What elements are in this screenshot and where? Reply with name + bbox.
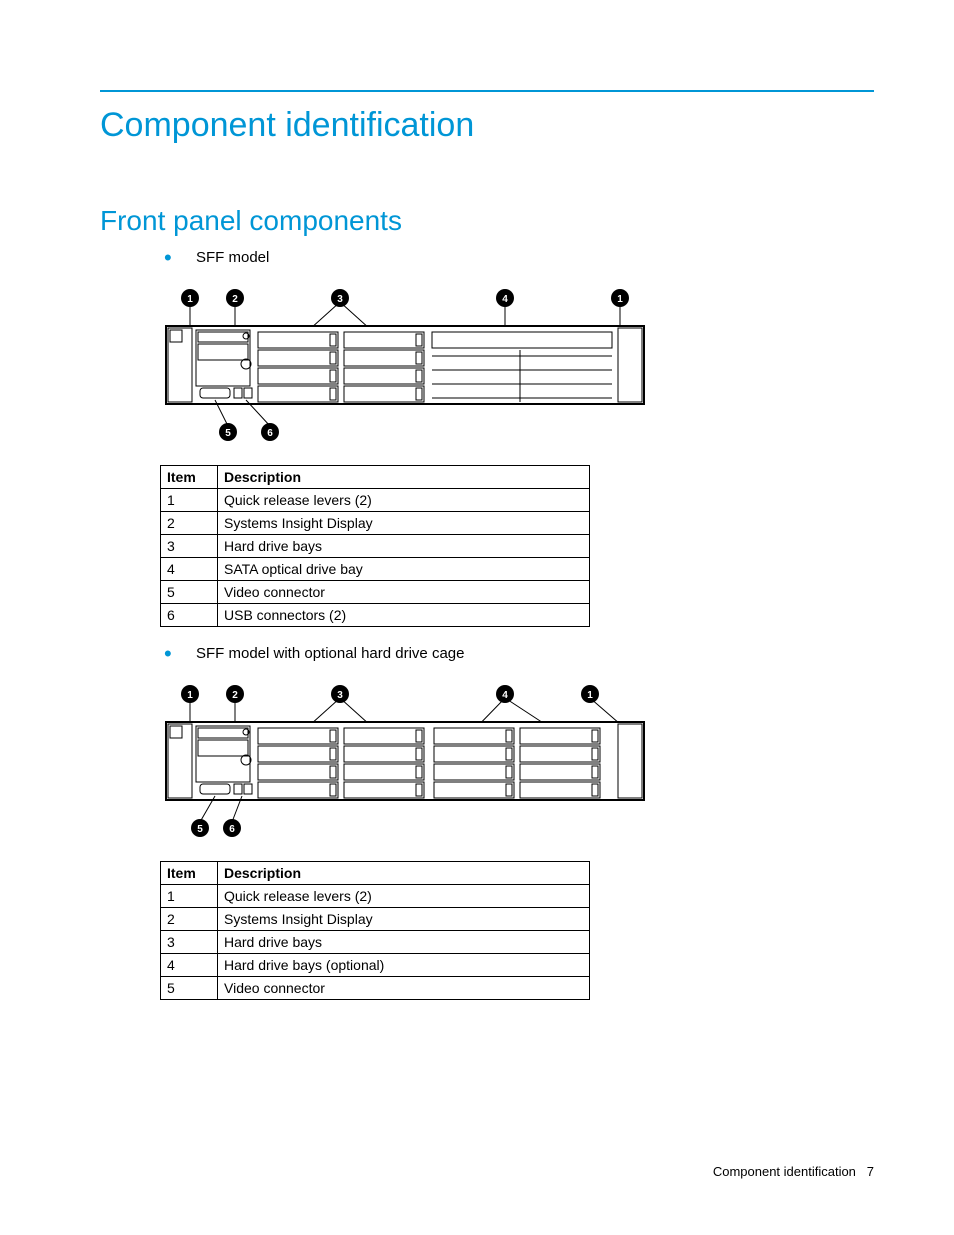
- svg-text:4: 4: [502, 294, 508, 305]
- table-row: 4SATA optical drive bay: [161, 558, 590, 581]
- table-row: 2Systems Insight Display: [161, 908, 590, 931]
- footer-page-num: 7: [867, 1164, 874, 1179]
- section-title: Front panel components: [100, 205, 874, 237]
- page-footer: Component identification 7: [713, 1164, 874, 1179]
- svg-text:1: 1: [617, 294, 623, 305]
- table-header-desc: Description: [218, 862, 590, 885]
- svg-text:5: 5: [225, 428, 231, 439]
- svg-text:3: 3: [337, 690, 343, 701]
- table-row: 5Video connector: [161, 581, 590, 604]
- table-header-item: Item: [161, 862, 218, 885]
- table-sff-model: Item Description 1Quick release levers (…: [160, 465, 590, 627]
- table-row: 3Hard drive bays: [161, 535, 590, 558]
- svg-text:2: 2: [232, 690, 238, 701]
- document-page: Component identification Front panel com…: [0, 0, 954, 1235]
- diagram-sff-optional-cage: 1 2 3 4 1: [160, 684, 650, 847]
- table-row: 1Quick release levers (2): [161, 489, 590, 512]
- svg-text:1: 1: [187, 690, 193, 701]
- table-row: 3Hard drive bays: [161, 931, 590, 954]
- bullet-sff-model: SFF model: [160, 249, 874, 266]
- page-title: Component identification: [100, 106, 874, 145]
- svg-text:1: 1: [187, 294, 193, 305]
- footer-section: Component identification: [713, 1164, 856, 1179]
- svg-text:6: 6: [229, 824, 235, 835]
- svg-text:1: 1: [587, 690, 593, 701]
- table-row: 6USB connectors (2): [161, 604, 590, 627]
- svg-text:2: 2: [232, 294, 238, 305]
- svg-text:5: 5: [197, 824, 203, 835]
- header-rule: [100, 90, 874, 92]
- diagram-sff-model: 1 2 3 4 1: [160, 288, 650, 451]
- table-row: 2Systems Insight Display: [161, 512, 590, 535]
- svg-text:3: 3: [337, 294, 343, 305]
- table-header-desc: Description: [218, 466, 590, 489]
- table-row: 5Video connector: [161, 977, 590, 1000]
- bullet-sff-optional-cage: SFF model with optional hard drive cage: [160, 645, 874, 662]
- svg-text:6: 6: [267, 428, 273, 439]
- table-header-item: Item: [161, 466, 218, 489]
- table-row: 1Quick release levers (2): [161, 885, 590, 908]
- table-row: 4Hard drive bays (optional): [161, 954, 590, 977]
- table-sff-optional-cage: Item Description 1Quick release levers (…: [160, 861, 590, 1000]
- svg-text:4: 4: [502, 690, 508, 701]
